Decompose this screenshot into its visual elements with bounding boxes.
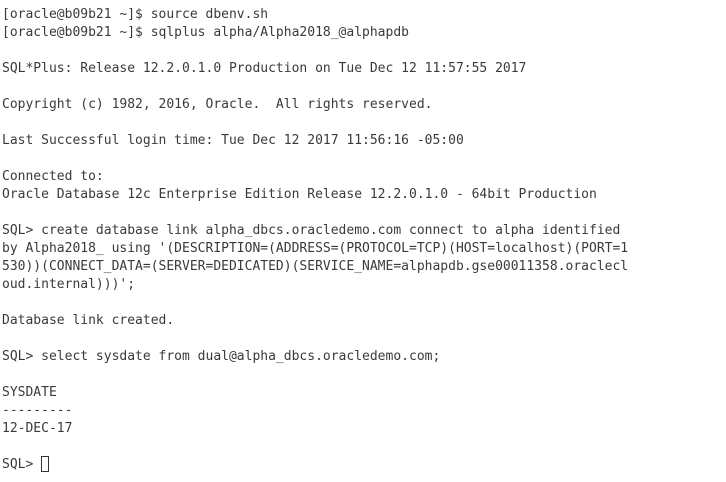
terminal-line: Connected to: [2,169,104,184]
terminal-line: [oracle@b09b21 ~]$ source dbenv.sh [2,7,269,22]
prompt-line[interactable]: SQL> [2,456,726,474]
text-cursor [41,456,50,472]
terminal-window[interactable]: [oracle@b09b21 ~]$ source dbenv.sh [orac… [0,0,726,482]
terminal-line: Database link created. [2,313,175,328]
terminal-line: --------- [2,403,73,418]
terminal-line: by Alpha2018_ using '(DESCRIPTION=(ADDRE… [2,241,629,256]
terminal-line: [oracle@b09b21 ~]$ sqlplus alpha/Alpha20… [2,25,409,40]
terminal-line: Last Successful login time: Tue Dec 12 2… [2,133,464,148]
terminal-line: SQL> select sysdate from dual@alpha_dbcs… [2,349,441,364]
terminal-line: oud.internal)))'; [2,277,136,292]
terminal-line: Oracle Database 12c Enterprise Edition R… [2,187,597,202]
terminal-line: 12-DEC-17 [2,421,73,436]
sql-prompt: SQL> [2,457,42,472]
terminal-line: Copyright (c) 1982, 2016, Oracle. All ri… [2,97,433,112]
terminal-line: SYSDATE [2,385,57,400]
terminal-line: SQL*Plus: Release 12.2.0.1.0 Production … [2,61,527,76]
terminal-line: 530))(CONNECT_DATA=(SERVER=DEDICATED)(SE… [2,259,629,274]
terminal-line: SQL> create database link alpha_dbcs.ora… [2,223,621,238]
